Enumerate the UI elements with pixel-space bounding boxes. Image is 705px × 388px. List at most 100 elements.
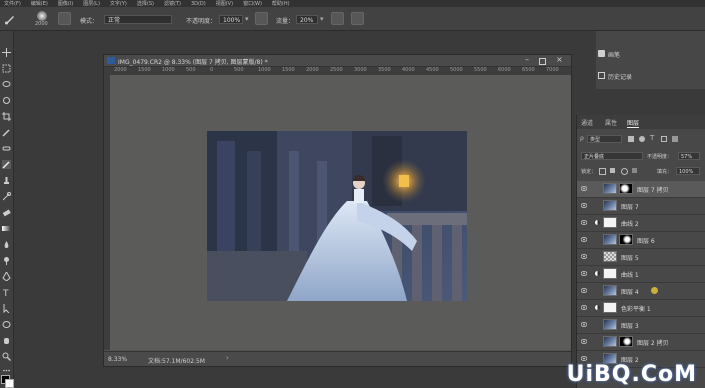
visibility-eye-icon[interactable]: [580, 220, 588, 225]
brush-panel-toggle-icon[interactable]: [58, 12, 71, 25]
visibility-eye-icon[interactable]: [580, 322, 588, 327]
layer-thumbnail[interactable]: [603, 285, 617, 296]
brush-panel-label[interactable]: 画笔: [608, 50, 620, 59]
filter-adjust-icon[interactable]: [639, 136, 645, 142]
close-icon[interactable]: ×: [556, 55, 563, 64]
visibility-eye-icon[interactable]: [580, 186, 588, 191]
minimize-icon[interactable]: –: [525, 55, 529, 64]
canvas-image[interactable]: [207, 131, 467, 301]
layer-mask-thumbnail[interactable]: [619, 183, 633, 194]
quick-select-tool-icon[interactable]: [2, 96, 11, 105]
layer-mask-thumbnail[interactable]: [603, 217, 617, 228]
menu-item[interactable]: 3D(D): [191, 1, 206, 7]
layer-row[interactable]: 图层 3: [577, 317, 705, 334]
type-tool-icon[interactable]: T: [2, 288, 11, 297]
menu-item[interactable]: 文件(F): [4, 0, 21, 7]
eraser-tool-icon[interactable]: [2, 208, 11, 217]
move-tool-icon[interactable]: [2, 48, 11, 57]
menu-item[interactable]: 图像(I): [58, 0, 73, 7]
layer-row[interactable]: 图层 7 拷贝: [577, 181, 705, 198]
airbrush-icon[interactable]: [331, 12, 344, 25]
menu-item[interactable]: 编辑(E): [31, 0, 48, 7]
filter-search-icon[interactable]: ρ: [580, 135, 584, 142]
history-brush-tool-icon[interactable]: [2, 192, 11, 201]
brush-tool-icon[interactable]: [2, 160, 11, 169]
mode-select[interactable]: 正常: [104, 15, 172, 24]
marquee-tool-icon[interactable]: [2, 64, 11, 73]
brush-preset-picker[interactable]: 2000: [32, 10, 54, 27]
layer-name[interactable]: 曲线 1: [621, 270, 639, 279]
history-panel-label[interactable]: 历史记录: [608, 72, 632, 81]
maximize-icon[interactable]: [539, 58, 546, 65]
layer-name[interactable]: 图层 3: [621, 321, 639, 330]
visibility-eye-icon[interactable]: [580, 237, 588, 242]
zoom-tool-icon[interactable]: [2, 352, 11, 361]
layer-row[interactable]: 图层 7: [577, 198, 705, 215]
crop-tool-icon[interactable]: [2, 112, 11, 121]
opacity-field[interactable]: 100%: [219, 15, 243, 24]
filter-kind-select[interactable]: 类型: [587, 135, 622, 143]
menu-item[interactable]: 滤镜(T): [164, 0, 181, 7]
layer-thumbnail[interactable]: [603, 183, 617, 194]
clone-stamp-tool-icon[interactable]: [2, 176, 11, 185]
blend-mode-select[interactable]: 正片叠底: [581, 152, 643, 160]
filter-pixel-icon[interactable]: [628, 136, 634, 142]
layer-thumbnail[interactable]: [603, 251, 617, 262]
menu-item[interactable]: 帮助(H): [272, 0, 290, 7]
visibility-eye-icon[interactable]: [580, 271, 588, 276]
layer-thumbnail[interactable]: [603, 234, 617, 245]
zoom-level[interactable]: 8.33%: [108, 356, 127, 363]
more-tools-icon[interactable]: [2, 366, 11, 375]
visibility-eye-icon[interactable]: [580, 288, 588, 293]
layer-thumbnail[interactable]: [603, 319, 617, 330]
lock-all-icon[interactable]: [632, 168, 637, 173]
layer-name[interactable]: 曲线 2: [621, 219, 639, 228]
menu-item[interactable]: 视图(V): [216, 0, 233, 7]
filter-type-icon[interactable]: T: [650, 134, 654, 142]
layer-thumbnail[interactable]: [603, 200, 617, 211]
eyedropper-tool-icon[interactable]: [2, 128, 11, 137]
tab-properties[interactable]: 属性: [605, 118, 617, 127]
layer-row[interactable]: 图层 4: [577, 283, 705, 300]
layer-name[interactable]: 图层 7: [621, 202, 639, 211]
lock-image-icon[interactable]: [610, 168, 615, 173]
menu-item[interactable]: 选择(S): [137, 0, 154, 7]
layer-thumbnail[interactable]: [603, 336, 617, 347]
layer-mask-thumbnail[interactable]: [619, 234, 633, 245]
brush-tool-icon[interactable]: [4, 13, 16, 25]
brush-panel-icon[interactable]: [598, 50, 605, 57]
lock-transparent-icon[interactable]: [599, 168, 606, 175]
status-menu-icon[interactable]: ›: [226, 354, 229, 362]
visibility-eye-icon[interactable]: [580, 339, 588, 344]
path-select-tool-icon[interactable]: [2, 304, 11, 313]
layer-name[interactable]: 图层 5: [621, 253, 639, 262]
layer-row[interactable]: 曲线 2: [577, 215, 705, 232]
dodge-tool-icon[interactable]: [2, 256, 11, 265]
fill-field[interactable]: 100%: [676, 167, 700, 175]
visibility-eye-icon[interactable]: [580, 356, 588, 361]
lasso-tool-icon[interactable]: [2, 80, 11, 89]
gradient-tool-icon[interactable]: [2, 224, 11, 233]
shape-tool-icon[interactable]: [2, 320, 11, 329]
flow-dropdown-icon[interactable]: ▾: [320, 15, 324, 23]
document-tab[interactable]: IMG_0479.CR2 @ 8.33% (图层 7 拷贝, 图层蒙版/8) *…: [104, 55, 571, 67]
flow-field[interactable]: 20%: [296, 15, 318, 24]
layer-name[interactable]: 图层 2 拷贝: [637, 338, 669, 347]
menu-item[interactable]: 图层(L): [83, 0, 100, 7]
background-color-swatch[interactable]: [5, 379, 14, 388]
tab-channels[interactable]: 通道: [581, 118, 593, 127]
layer-row[interactable]: 图层 5: [577, 249, 705, 266]
menu-item[interactable]: 文字(Y): [110, 0, 127, 7]
menu-item[interactable]: 窗口(W): [243, 0, 262, 7]
history-panel-icon[interactable]: [598, 72, 605, 79]
layer-name[interactable]: 色彩平衡 1: [621, 304, 651, 313]
healing-brush-tool-icon[interactable]: [2, 144, 11, 153]
filter-shape-icon[interactable]: [661, 136, 667, 142]
hand-tool-icon[interactable]: [2, 336, 11, 345]
layer-row[interactable]: 图层 6: [577, 232, 705, 249]
layer-mask-thumbnail[interactable]: [619, 336, 633, 347]
pressure-size-icon[interactable]: [351, 12, 364, 25]
pressure-opacity-icon[interactable]: [255, 12, 268, 25]
layer-mask-thumbnail[interactable]: [603, 302, 617, 313]
blur-tool-icon[interactable]: [2, 240, 11, 249]
